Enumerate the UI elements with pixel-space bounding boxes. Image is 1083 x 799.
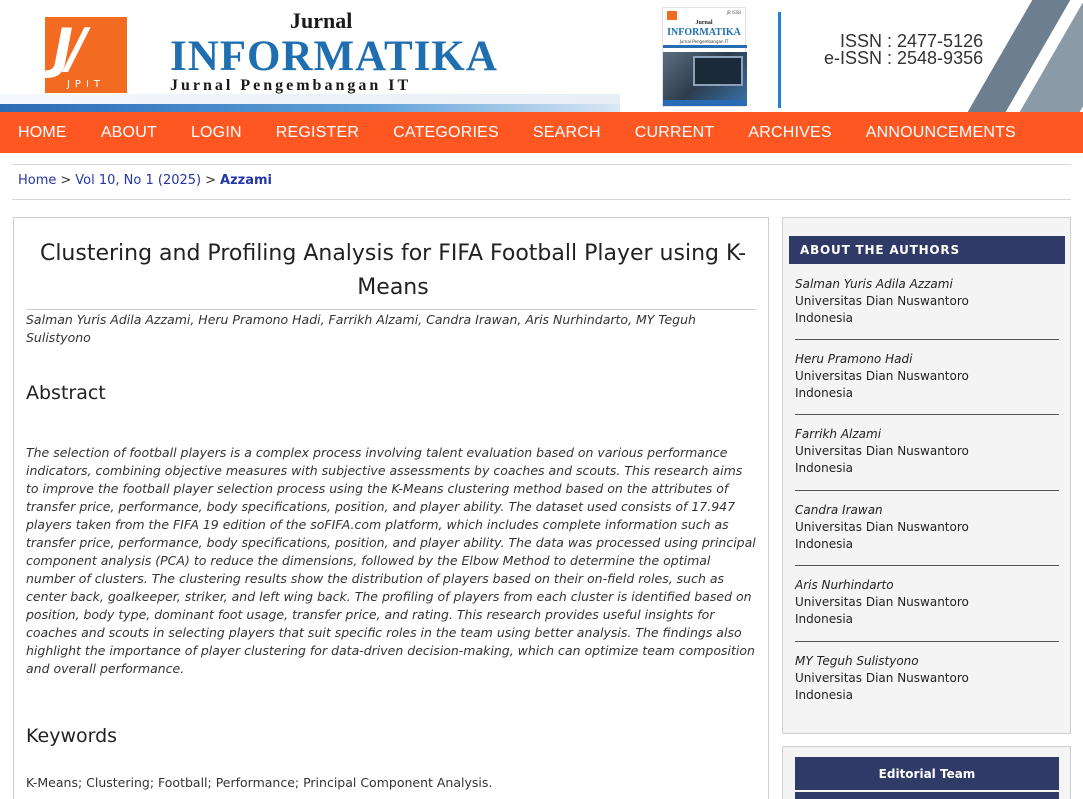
banner-stripe [0,104,620,112]
breadcrumb-current[interactable]: Azzami [220,173,272,188]
author-name: MY Teguh Sulistyono [795,654,919,668]
cover-issn: JB ISSB [726,10,741,15]
author-country: Indonesia [795,688,854,702]
author-divider [795,339,1059,340]
article-panel: Clustering and Profiling Analysis for FI… [13,217,769,799]
header-banner: J/ JPIT Jurnal INFORMATIKA Jurnal Pengem… [0,0,1083,112]
author-name: Candra Irawan [795,503,883,517]
author-country: Indonesia [795,461,854,475]
logo-caption: JPIT [66,79,106,90]
breadcrumb-separator: > [205,173,217,188]
cover-bottom-stripe [663,100,747,106]
author-country: Indonesia [795,386,854,400]
nav-register[interactable]: REGISTER [276,124,359,142]
article-authors: Salman Yuris Adila Azzami, Heru Pramono … [26,312,696,345]
author-entry: Aris Nurhindarto Universitas Dian Nuswan… [795,577,1059,628]
editorial-team-block: Editorial Team [782,746,1071,799]
author-affiliation: Universitas Dian Nuswantoro [795,444,969,458]
main-nav: HOME ABOUT LOGIN REGISTER CATEGORIES SEA… [0,112,1083,153]
logo-glyph: J/ [53,17,87,80]
author-name: Salman Yuris Adila Azzami [795,277,953,291]
header-divider [778,12,781,108]
author-affiliation: Universitas Dian Nuswantoro [795,294,969,308]
cover-logo [667,11,677,20]
about-authors-heading: ABOUT THE AUTHORS [789,236,1065,264]
banner-wash [0,94,620,104]
author-divider [795,490,1059,491]
author-name: Farrikh Alzami [795,427,882,441]
author-affiliation: Universitas Dian Nuswantoro [795,520,969,534]
divider [12,199,1071,200]
divider [12,164,1071,165]
nav-login[interactable]: LOGIN [191,124,242,142]
author-divider [795,641,1059,642]
brand-top-text: Jurnal [290,8,353,33]
keywords-heading: Keywords [26,725,118,747]
title-divider [26,309,756,310]
author-entry: Farrikh Alzami Universitas Dian Nuswanto… [795,426,1059,477]
breadcrumb-home[interactable]: Home [18,173,56,188]
author-country: Indonesia [795,612,854,626]
cover-journal: Jurnal [695,20,713,26]
author-affiliation: Universitas Dian Nuswantoro [795,369,969,383]
author-entry: Candra Irawan Universitas Dian Nuswantor… [795,502,1059,553]
editorial-team-next-item[interactable] [795,792,1059,799]
nav-home[interactable]: HOME [18,124,67,142]
cover-laptop-image [693,56,743,86]
author-name: Heru Pramono Hadi [795,352,913,366]
breadcrumb-issue[interactable]: Vol 10, No 1 (2025) [75,173,201,188]
about-authors-block: ABOUT THE AUTHORS Salman Yuris Adila Azz… [782,217,1071,734]
journal-cover-thumbnail: JB ISSB Jurnal INFORMATIKA Jurnal Pengem… [662,7,747,107]
author-affiliation: Universitas Dian Nuswantoro [795,671,969,685]
author-divider [795,565,1059,566]
author-country: Indonesia [795,311,854,325]
article-title: Clustering and Profiling Analysis for FI… [39,241,747,300]
abstract-text: The selection of football players is a c… [26,445,756,676]
breadcrumb: Home > Vol 10, No 1 (2025) > Azzami [18,173,272,188]
journal-logo[interactable]: J/ JPIT [45,17,127,93]
cover-title: INFORMATIKA [667,27,741,38]
editorial-team-button[interactable]: Editorial Team [795,757,1059,790]
nav-announcements[interactable]: ANNOUNCEMENTS [866,124,1016,142]
author-country: Indonesia [795,537,854,551]
keywords-text: K-Means; Clustering; Football; Performan… [26,775,493,790]
breadcrumb-separator: > [60,173,72,188]
nav-current[interactable]: CURRENT [635,124,715,142]
nav-archives[interactable]: ARCHIVES [748,124,831,142]
nav-categories[interactable]: CATEGORIES [393,124,499,142]
brand-subtitle: Jurnal Pengembangan IT [170,77,412,94]
eissn-label: e-ISSN [823,48,882,68]
author-name: Aris Nurhindarto [795,578,894,592]
author-entry: Heru Pramono Hadi Universitas Dian Nuswa… [795,351,1059,402]
cover-stripe [663,45,747,48]
author-entry: MY Teguh Sulistyono Universitas Dian Nus… [795,653,1059,704]
eissn-value: : 2548-9356 [887,48,984,68]
cover-subtitle: Jurnal Pengembangan IT [679,39,729,44]
nav-search[interactable]: SEARCH [533,124,601,142]
nav-about[interactable]: ABOUT [101,124,157,142]
issn-block: ISSN : 2477-5126 e-ISSN : 2548-9356 [820,32,984,68]
brand-title: INFORMATIKA [170,33,498,80]
author-divider [795,414,1059,415]
abstract-heading: Abstract [26,382,106,404]
author-entry: Salman Yuris Adila Azzami Universitas Di… [795,276,1059,327]
author-affiliation: Universitas Dian Nuswantoro [795,595,969,609]
